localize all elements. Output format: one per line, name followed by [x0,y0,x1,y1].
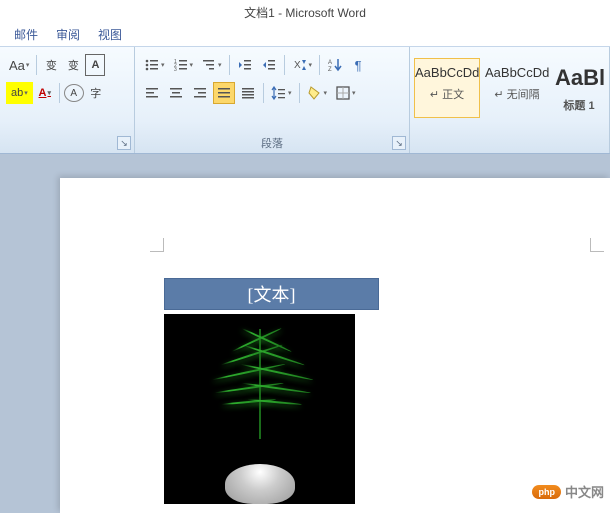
style-heading1[interactable]: AaBl 标题 1 [554,58,604,118]
styles-group: AaBbCcDd ↵ 正文 AaBbCcDd ↵ 无间隔 AaBl 标题 1 [410,47,610,153]
content-control[interactable]: [文本] [164,278,379,504]
increase-indent-button[interactable] [258,54,280,76]
pot-graphic [225,464,295,504]
style-preview: AaBl [555,65,605,90]
highlight-button[interactable]: ab▾ [6,82,33,104]
style-normal[interactable]: AaBbCcDd ↵ 正文 [414,58,480,118]
paragraph-dialog-launcher[interactable]: ↘ [392,136,406,150]
margin-corner-right [590,238,604,252]
align-justify-button[interactable] [213,82,235,104]
font-group: Aa▾ 变 变 A ab▾ A▾ A 字 ↘ [0,47,135,153]
align-center-button[interactable] [165,82,187,104]
style-name: ↵ 无间隔 [485,86,549,102]
margin-corner-left [150,238,164,252]
align-right-button[interactable] [189,82,211,104]
content-control-title[interactable]: [文本] [164,278,379,310]
font-color-button[interactable]: A▾ [35,82,55,104]
asian-layout-button[interactable]: X▾ [289,54,316,76]
phonetic-guide-button[interactable]: 变 [41,54,61,76]
plant-graphic [259,329,261,439]
watermark-badge: php [532,485,561,499]
style-name: 标题 1 [555,97,603,113]
style-preview: AaBbCcDd [485,65,549,80]
font-dialog-launcher[interactable]: ↘ [117,136,131,150]
line-spacing-button[interactable]: ▾ [268,82,295,104]
sort-button[interactable]: AZ [324,54,346,76]
show-marks-button[interactable]: ¶ [348,54,368,76]
char-shading-button[interactable]: 字 [86,82,106,104]
style-preview: AaBbCcDd [415,65,479,80]
shading-button[interactable]: ▾ [304,82,331,104]
bullets-button[interactable]: ▾ [141,54,168,76]
page[interactable]: [文本] [60,178,610,513]
align-distributed-button[interactable] [237,82,259,104]
style-no-spacing[interactable]: AaBbCcDd ↵ 无间隔 [484,58,550,118]
watermark-text: 中文网 [565,482,604,501]
style-name: ↵ 正文 [415,86,479,102]
inserted-image[interactable] [164,314,355,504]
paragraph-group: ▾ 123▾ ▾ X▾ AZ ¶ ▾ ▾ ▾ 段落 ↘ [135,47,410,153]
watermark: php 中文网 [532,482,604,501]
tab-view[interactable]: 视图 [98,26,122,43]
char-border2-button[interactable]: 变 [63,54,83,76]
tab-mail[interactable]: 邮件 [14,26,38,43]
ribbon-tabs: 邮件 审阅 视图 [0,22,610,46]
char-border-button[interactable]: A [85,54,105,76]
window-title: 文档1 - Microsoft Word [0,0,610,22]
svg-text:3: 3 [174,67,177,73]
document-workspace: [文本] [0,154,610,513]
svg-text:X: X [294,60,301,71]
enclosed-char-button[interactable]: A [64,84,84,102]
paragraph-group-label: 段落 [135,135,409,151]
numbering-button[interactable]: 123▾ [170,54,197,76]
align-left-button[interactable] [141,82,163,104]
svg-text:Z: Z [328,67,332,73]
borders-button[interactable]: ▾ [332,82,359,104]
decrease-indent-button[interactable] [234,54,256,76]
change-case-button[interactable]: Aa▾ [6,54,32,76]
multilevel-button[interactable]: ▾ [198,54,225,76]
svg-text:A: A [328,60,332,66]
ribbon: Aa▾ 变 变 A ab▾ A▾ A 字 ↘ ▾ 123▾ ▾ X▾ AZ ¶ [0,46,610,154]
tab-review[interactable]: 审阅 [56,26,80,43]
